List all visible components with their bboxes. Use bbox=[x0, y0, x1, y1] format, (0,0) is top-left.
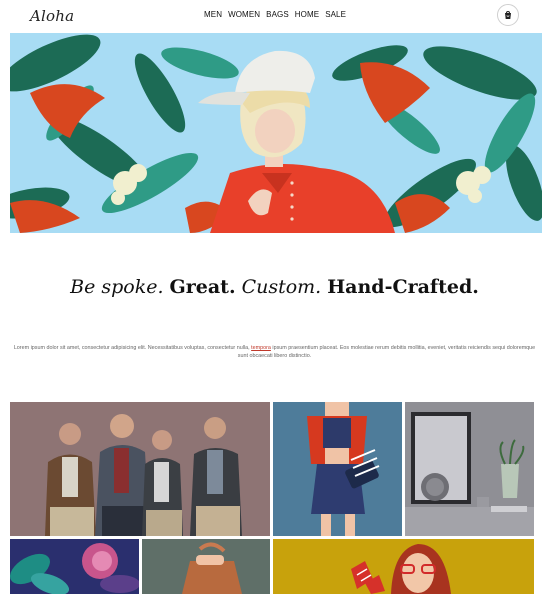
cart-button[interactable] bbox=[497, 4, 519, 26]
gallery-tile-flowers[interactable] bbox=[10, 539, 139, 594]
desk-imac-image bbox=[405, 402, 534, 536]
hero-banner bbox=[10, 33, 542, 233]
gallery-tile-woman-yellow[interactable] bbox=[273, 539, 534, 594]
nav-item-women[interactable]: WOMEN bbox=[228, 10, 260, 19]
shopping-bag-icon bbox=[505, 11, 511, 19]
gallery-tile-leather-bag[interactable] bbox=[142, 539, 270, 594]
logo[interactable]: Aloha bbox=[30, 7, 74, 25]
nav-item-home[interactable]: HOME bbox=[295, 10, 319, 19]
intro-paragraph: Lorem ipsum dolor sit amet, consectetur … bbox=[12, 344, 537, 360]
main-nav: MEN WOMEN BAGS HOME SALE bbox=[204, 10, 346, 19]
nav-item-men[interactable]: MEN bbox=[204, 10, 222, 19]
gallery-tile-woman-red-vest[interactable] bbox=[273, 402, 402, 536]
flowers-image bbox=[10, 539, 139, 594]
nav-item-sale[interactable]: SALE bbox=[325, 10, 346, 19]
gallery-tile-men-group[interactable] bbox=[10, 402, 270, 536]
woman-red-vest-image bbox=[273, 402, 402, 536]
intro-text: Lorem ipsum dolor sit amet, consectetur … bbox=[13, 345, 250, 351]
intro-text: ipsum praesentium placeat. Eos molestiae… bbox=[237, 345, 536, 359]
tagline-part: Hand-Crafted. bbox=[327, 276, 479, 298]
tagline-part: Custom. bbox=[241, 276, 322, 298]
tagline-part: Be spoke. bbox=[70, 276, 164, 298]
tagline-part: Great. bbox=[169, 276, 236, 298]
nav-item-bags[interactable]: BAGS bbox=[266, 10, 289, 19]
hero-image bbox=[10, 33, 542, 233]
woman-yellow-image bbox=[273, 539, 534, 594]
gallery-tile-desk-imac[interactable] bbox=[405, 402, 534, 536]
tagline-heading: Be spoke. Great. Custom. Hand-Crafted. bbox=[0, 276, 549, 298]
intro-link[interactable]: tempora bbox=[251, 345, 271, 351]
site-header: Aloha MEN WOMEN BAGS HOME SALE bbox=[0, 0, 549, 32]
leather-bag-image bbox=[142, 539, 270, 594]
men-group-image bbox=[10, 402, 270, 536]
